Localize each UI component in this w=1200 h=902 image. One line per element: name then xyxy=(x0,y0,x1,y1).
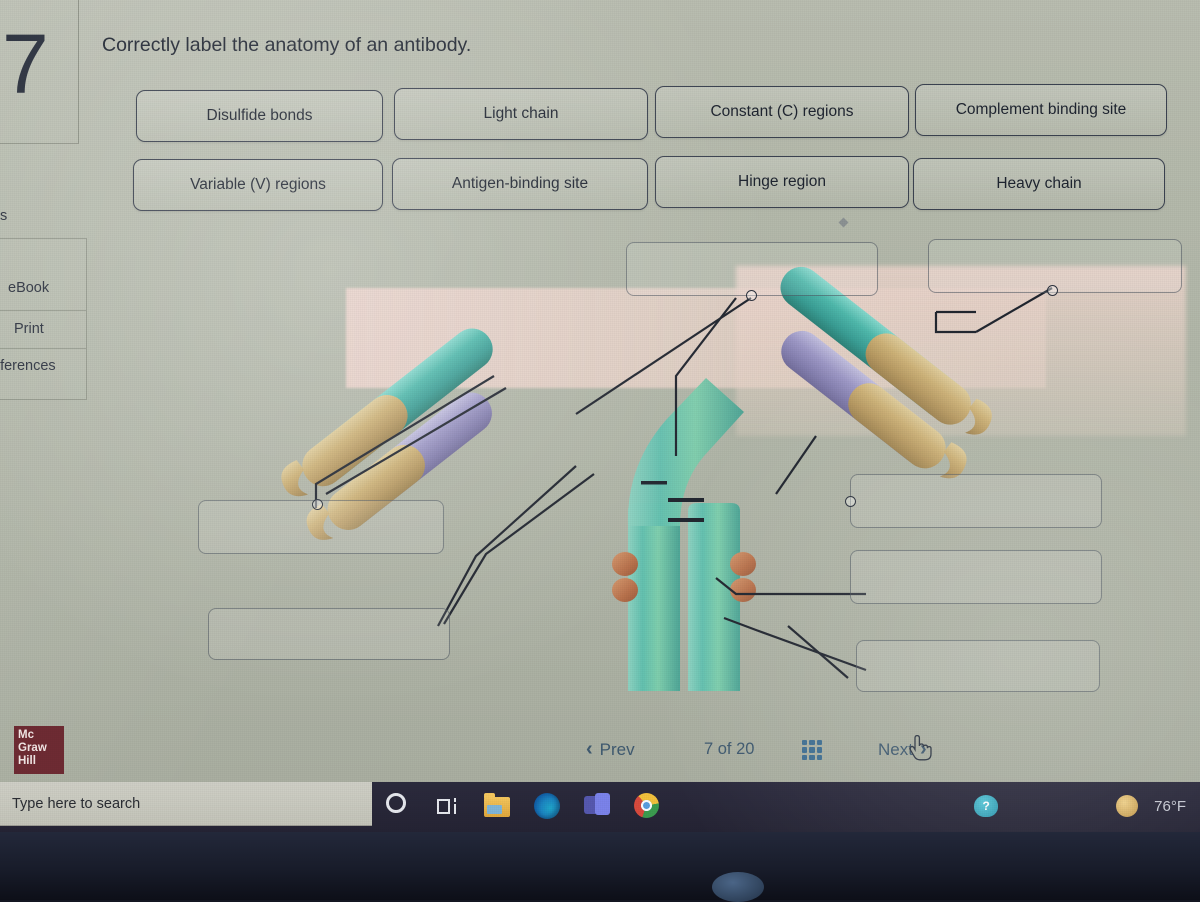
taskbar-search-placeholder: Type here to search xyxy=(12,796,141,812)
file-explorer-icon[interactable] xyxy=(484,793,510,819)
mcgraw-hill-logo: Mc Graw Hill xyxy=(14,726,64,774)
question-prompt: Correctly label the anatomy of an antibo… xyxy=(102,34,472,56)
brand-line-1: Mc xyxy=(18,729,34,741)
help-bubble-icon[interactable]: ? xyxy=(974,795,999,817)
sidebar-item-print[interactable]: Print xyxy=(14,321,44,337)
answer-choice-light-chain[interactable]: Light chain xyxy=(394,88,648,140)
answer-choice-bank: Disulfide bonds Light chain Constant (C)… xyxy=(0,84,1200,216)
answer-choice-label: Complement binding site xyxy=(955,101,1127,118)
answer-choice-complement-binding-site[interactable]: Complement binding site xyxy=(915,84,1167,136)
microsoft-teams-icon[interactable] xyxy=(584,793,610,819)
laptop-base xyxy=(0,832,1200,900)
drop-zone-right-upper[interactable] xyxy=(850,474,1102,528)
cortana-icon[interactable] xyxy=(386,793,412,819)
answer-choice-hinge-region[interactable]: Hinge region xyxy=(655,156,909,208)
taskbar-search-box[interactable]: Type here to search xyxy=(0,782,372,826)
drop-zone-top-left[interactable] xyxy=(626,242,878,296)
answer-choice-label: Light chain xyxy=(483,105,559,122)
brand-line-3: Hill xyxy=(18,755,36,767)
screenshot-root: 7 Correctly label the anatomy of an anti… xyxy=(0,0,1200,902)
sun-icon xyxy=(1116,795,1139,817)
tool-rail-divider-2 xyxy=(0,348,86,349)
tool-rail xyxy=(0,238,87,400)
anchor-right-upper xyxy=(845,496,856,507)
answer-choice-label: Hinge region xyxy=(738,173,826,190)
prev-button[interactable]: ‹ Prev xyxy=(586,738,635,761)
drop-zone-right-middle[interactable] xyxy=(850,550,1102,604)
next-button[interactable]: Next › xyxy=(878,738,927,761)
chevron-right-icon: › xyxy=(919,738,927,760)
answer-choice-label: Antigen-binding site xyxy=(451,175,589,192)
answer-choice-heavy-chain[interactable]: Heavy chain xyxy=(913,158,1165,210)
answer-choice-label: Disulfide bonds xyxy=(206,107,313,124)
answer-choice-label: Constant (C) regions xyxy=(710,103,854,120)
anchor-top-right xyxy=(1047,285,1058,296)
answer-choice-variable-regions[interactable]: Variable (V) regions xyxy=(133,159,383,211)
answer-choice-antigen-binding-site[interactable]: Antigen-binding site xyxy=(392,158,648,210)
chevron-left-icon: ‹ xyxy=(586,738,593,760)
taskbar-system-tray: ? 76°F xyxy=(974,782,1186,830)
task-view-icon[interactable] xyxy=(436,796,460,816)
sidebar-item-ebook[interactable]: eBook xyxy=(8,280,49,296)
sidebar-item-references[interactable]: eferences xyxy=(0,358,56,374)
answer-choice-label: Variable (V) regions xyxy=(190,176,326,193)
question-grid-icon[interactable] xyxy=(802,740,822,760)
quiz-page: 7 Correctly label the anatomy of an anti… xyxy=(0,0,1200,782)
prev-label: Prev xyxy=(599,739,635,759)
chrome-browser-icon[interactable] xyxy=(634,793,660,819)
brand-line-2: Graw xyxy=(18,742,47,754)
drop-zone-left-lower[interactable] xyxy=(208,608,450,660)
question-navigation: ‹ Prev 7 of 20 Next › xyxy=(0,726,1200,772)
laptop-brand-logo xyxy=(712,872,764,902)
taskbar-icon-group xyxy=(386,782,660,830)
laptop-screen: 7 Correctly label the anatomy of an anti… xyxy=(0,0,1200,832)
tool-rail-divider-1 xyxy=(0,310,86,311)
question-counter: 7 of 20 xyxy=(704,740,755,758)
anchor-left-upper xyxy=(312,499,323,510)
weather-temperature[interactable]: 76°F xyxy=(1154,798,1186,815)
next-label: Next xyxy=(878,739,913,759)
drop-zone-right-lower[interactable] xyxy=(856,640,1100,692)
answer-choice-disulfide-bonds[interactable]: Disulfide bonds xyxy=(136,90,383,142)
antibody-figure xyxy=(176,226,1186,696)
answer-choice-label: Heavy chain xyxy=(996,175,1082,192)
answer-choice-constant-regions[interactable]: Constant (C) regions xyxy=(655,86,909,138)
anchor-top-left xyxy=(746,290,757,301)
edge-browser-icon[interactable] xyxy=(534,793,560,819)
